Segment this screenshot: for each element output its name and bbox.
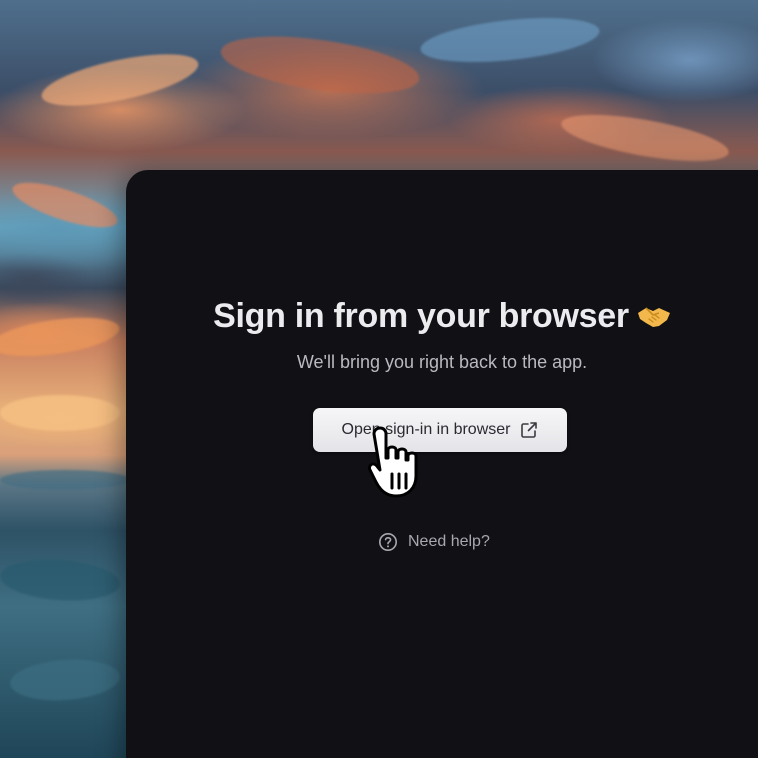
question-circle-icon: [379, 533, 397, 551]
hand-pointer-cursor-icon: [368, 426, 418, 498]
page-subtitle: We'll bring you right back to the app.: [296, 352, 588, 372]
need-help-link[interactable]: Need help?: [378, 532, 490, 552]
sign-in-window: Sign in from your browser We'll bring yo…: [126, 170, 758, 758]
need-help-label: Need help?: [408, 533, 490, 550]
handshake-icon: [637, 307, 670, 327]
title-text: Sign in from your browser: [213, 297, 629, 335]
page-title: Sign in from your browser: [126, 297, 758, 336]
open-sign-in-button[interactable]: Open sign-in in browser: [313, 408, 567, 452]
external-link-icon: [521, 422, 538, 438]
